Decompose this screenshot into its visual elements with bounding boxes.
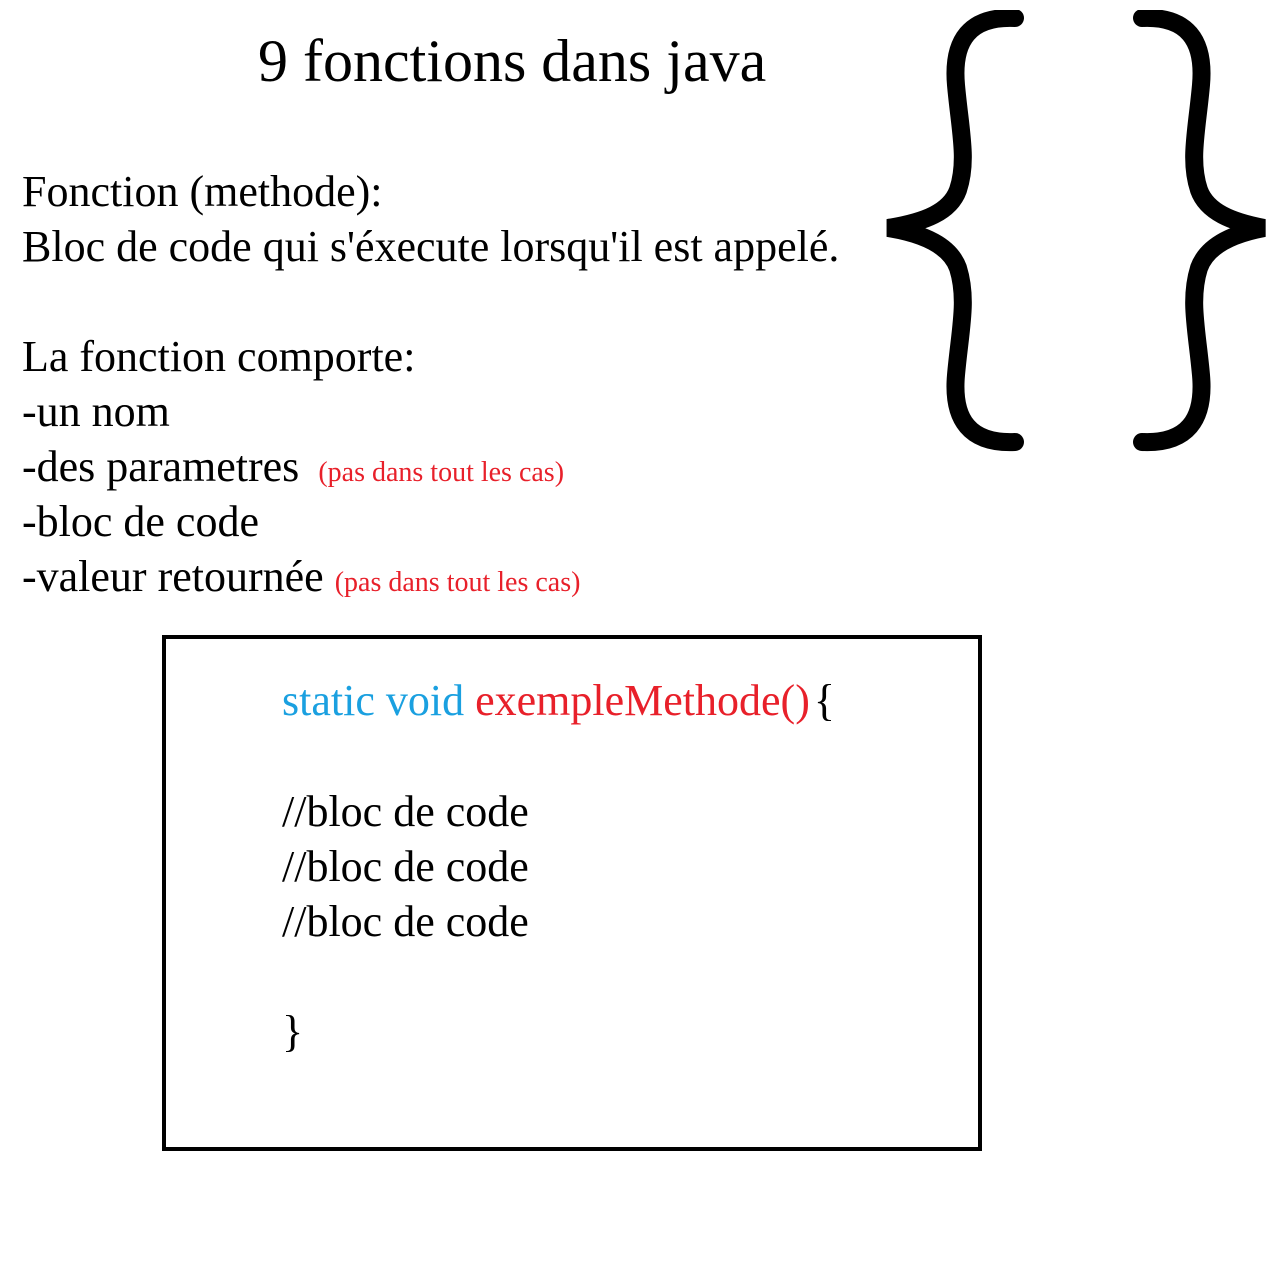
keyword-void: void bbox=[385, 676, 465, 725]
open-brace: { bbox=[813, 676, 835, 725]
code-comment-line: //bloc de code bbox=[282, 842, 529, 891]
component-item-return-value: -valeur retournée (pas dans tout les cas… bbox=[22, 551, 580, 609]
open-brace-shape bbox=[886, 10, 1024, 452]
close-brace: } bbox=[282, 1007, 304, 1056]
component-item-code-block: -bloc de code bbox=[22, 496, 259, 548]
definition-text: Bloc de code qui s'éxecute lorsqu'il est… bbox=[22, 222, 840, 271]
method-signature: static void exempleMethode(){ bbox=[282, 675, 835, 727]
code-comment-line: //bloc de code bbox=[282, 897, 529, 946]
definition-heading: Fonction (methode): bbox=[22, 167, 383, 216]
component-item-parameters: -des parametres (pas dans tout les cas) bbox=[22, 441, 564, 499]
page-title: 9 fonctions dans java bbox=[258, 28, 767, 94]
component-item-name: -un nom bbox=[22, 386, 170, 438]
components-heading: La fonction comporte: bbox=[22, 332, 416, 381]
component-item-note: (pas dans tout les cas) bbox=[318, 457, 565, 488]
close-brace-shape bbox=[1133, 10, 1266, 452]
code-example-box: static void exempleMethode(){ //bloc de … bbox=[162, 635, 982, 1151]
component-item-label: -valeur retournée bbox=[22, 552, 324, 601]
code-comment-line: //bloc de code bbox=[282, 787, 529, 836]
curly-braces-icon bbox=[886, 10, 1266, 452]
component-item-label: -des parametres bbox=[22, 442, 300, 491]
keyword-static: static bbox=[282, 676, 375, 725]
component-item-label: -un nom bbox=[22, 387, 170, 436]
component-item-note: (pas dans tout les cas) bbox=[334, 567, 581, 598]
component-item-label: -bloc de code bbox=[22, 497, 259, 546]
method-name: exempleMethode() bbox=[475, 676, 810, 725]
